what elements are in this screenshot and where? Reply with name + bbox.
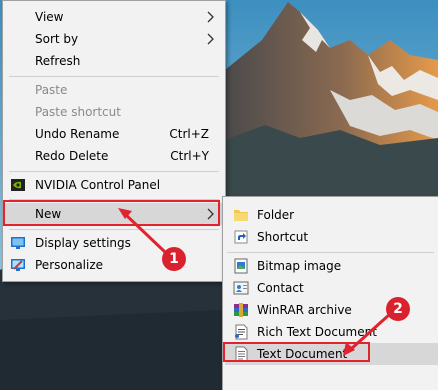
chevron-right-icon: [207, 208, 214, 220]
menu-item-display-settings-label: Display settings: [35, 236, 131, 250]
menu-item-paste-shortcut[interactable]: Paste shortcut: [5, 101, 223, 123]
step-badge-1: 1: [162, 247, 186, 271]
submenu-item-contact-label: Contact: [257, 281, 304, 295]
menu-item-paste-label: Paste: [35, 83, 68, 97]
chevron-right-icon: [207, 33, 214, 45]
submenu-item-text-document[interactable]: Text Document: [225, 343, 438, 365]
menu-item-view-label: View: [35, 10, 64, 24]
submenu-item-shortcut-label: Shortcut: [257, 230, 309, 244]
bitmap-image-icon: [234, 258, 248, 274]
menu-item-view[interactable]: View: [5, 6, 223, 28]
shortcut-icon: [234, 230, 248, 244]
menu-item-refresh[interactable]: Refresh: [5, 50, 223, 72]
undo-rename-shortcut: Ctrl+Z: [169, 127, 209, 141]
submenu-item-shortcut[interactable]: Shortcut: [225, 226, 438, 248]
menu-separator: [227, 252, 434, 253]
desktop-context-menu: View Sort by Refresh Paste Paste shortcu…: [2, 0, 226, 282]
menu-item-personalize[interactable]: Personalize: [5, 254, 223, 276]
submenu-item-rich-text-label: Rich Text Document: [257, 325, 377, 339]
submenu-item-winrar-label: WinRAR archive: [257, 303, 352, 317]
menu-item-redo-delete-label: Redo Delete: [35, 149, 109, 163]
contact-icon: [233, 281, 249, 295]
redo-delete-shortcut: Ctrl+Y: [170, 149, 209, 163]
rich-text-document-icon: [235, 324, 248, 340]
menu-item-paste[interactable]: Paste: [5, 79, 223, 101]
menu-item-new[interactable]: New: [5, 203, 223, 225]
menu-item-redo-delete[interactable]: Redo Delete Ctrl+Y: [5, 145, 223, 167]
menu-separator: [9, 171, 219, 172]
menu-item-nvidia-label: NVIDIA Control Panel: [35, 178, 161, 192]
menu-item-new-label: New: [35, 207, 62, 221]
menu-separator: [9, 199, 219, 200]
menu-item-sort-by-label: Sort by: [35, 32, 79, 46]
menu-separator: [9, 229, 219, 230]
folder-icon: [234, 210, 248, 221]
submenu-item-text-document-label: Text Document: [257, 347, 348, 361]
submenu-item-rich-text-document[interactable]: Rich Text Document: [225, 321, 438, 343]
nvidia-icon: [11, 179, 25, 191]
menu-item-personalize-label: Personalize: [35, 258, 104, 272]
menu-item-undo-rename-label: Undo Rename: [35, 127, 120, 141]
chevron-right-icon: [207, 11, 214, 23]
menu-item-paste-shortcut-label: Paste shortcut: [35, 105, 121, 119]
submenu-item-folder[interactable]: Folder: [225, 204, 438, 226]
step-badge-2: 2: [386, 297, 410, 321]
submenu-item-folder-label: Folder: [257, 208, 295, 222]
menu-separator: [9, 76, 219, 77]
menu-item-sort-by[interactable]: Sort by: [5, 28, 223, 50]
display-settings-icon: [11, 237, 25, 249]
menu-item-nvidia-control-panel[interactable]: NVIDIA Control Panel: [5, 174, 223, 196]
submenu-item-contact[interactable]: Contact: [225, 277, 438, 299]
text-document-icon: [235, 346, 248, 362]
menu-item-refresh-label: Refresh: [35, 54, 81, 68]
submenu-item-bitmap-label: Bitmap image: [257, 259, 342, 273]
new-submenu: Folder Shortcut Bitmap image Contact Win…: [222, 196, 438, 390]
menu-item-undo-rename[interactable]: Undo Rename Ctrl+Z: [5, 123, 223, 145]
winrar-archive-icon: [234, 303, 248, 317]
submenu-item-bitmap-image[interactable]: Bitmap image: [225, 255, 438, 277]
personalize-icon: [11, 259, 25, 271]
menu-item-display-settings[interactable]: Display settings: [5, 232, 223, 254]
